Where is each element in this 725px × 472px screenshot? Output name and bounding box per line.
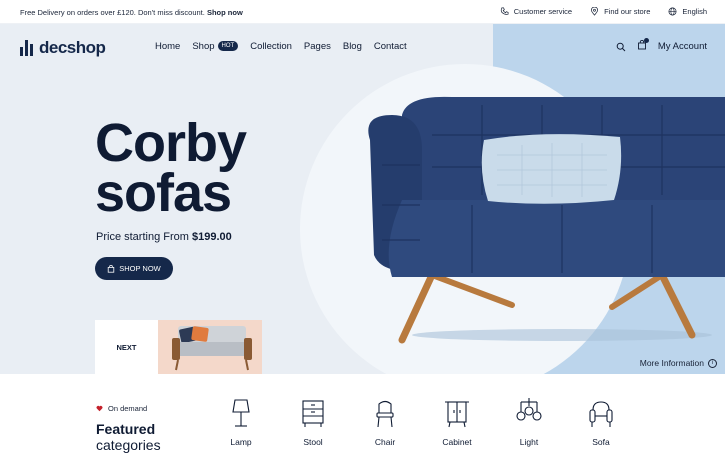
on-demand-label: On demand [108, 404, 148, 413]
hero-price: Price starting From $199.00 [96, 231, 232, 243]
nav-home[interactable]: Home [155, 41, 180, 52]
nav-contact[interactable]: Contact [374, 41, 407, 52]
brand-logo[interactable]: decshop [20, 38, 106, 58]
find-store-label: Find our store [604, 7, 651, 16]
nav-shop-label: Shop [192, 41, 215, 52]
featured-title-line2: categories [96, 437, 161, 453]
price-prefix: Price starting From [96, 231, 189, 243]
logo-bars-icon [20, 40, 33, 56]
category-chair[interactable]: Chair [349, 398, 421, 447]
category-list: Lamp Stool Chair Cabinet Light Sofa [205, 398, 637, 447]
featured-categories-section: On demand Featured categories Lamp Stool… [0, 374, 725, 472]
shopping-bag-icon [108, 264, 115, 273]
header-actions: My Account [616, 38, 707, 53]
promo-text: Free Delivery on orders over £120. Don't… [20, 8, 205, 17]
category-light[interactable]: Light [493, 398, 565, 447]
promo-shop-now-link[interactable]: Shop now [207, 8, 243, 17]
featured-title: Featured categories [96, 421, 161, 453]
category-stool[interactable]: Stool [277, 398, 349, 447]
nav-shop[interactable]: Shop HOT [192, 41, 239, 52]
language-selector[interactable]: English [668, 7, 707, 16]
hero-title-line2: sofas [95, 163, 232, 223]
nav-pages[interactable]: Pages [304, 41, 331, 52]
promo-banner: Free Delivery on orders over £120. Don't… [20, 8, 243, 17]
language-label: English [682, 7, 707, 16]
cart-button[interactable] [637, 38, 649, 53]
hot-badge: HOT [217, 41, 239, 52]
category-lamp[interactable]: Lamp [205, 398, 277, 447]
location-pin-icon [591, 7, 599, 16]
chair-icon [376, 400, 394, 428]
nav-blog[interactable]: Blog [343, 41, 362, 52]
category-label: Light [519, 437, 539, 447]
nav-collection[interactable]: Collection [250, 41, 292, 52]
shop-now-label: SHOP NOW [119, 264, 161, 273]
cart-count-dot [643, 38, 649, 43]
category-label: Stool [303, 437, 323, 447]
price-value: $199.00 [191, 231, 232, 243]
more-information-link[interactable]: More Information i [640, 358, 717, 368]
brand-name: decshop [39, 38, 106, 57]
search-icon[interactable] [616, 42, 626, 52]
armchair-thumbnail-image [158, 320, 262, 374]
globe-icon [668, 7, 677, 16]
main-nav: Home Shop HOT Collection Pages Blog Conta… [155, 41, 407, 52]
lamp-icon [232, 399, 250, 427]
my-account-link[interactable]: My Account [658, 41, 707, 52]
featured-title-line1: Featured [96, 421, 156, 437]
info-icon: i [708, 358, 717, 368]
category-label: Chair [374, 437, 396, 447]
customer-service-label: Customer service [513, 7, 573, 16]
stool-icon [302, 400, 324, 427]
next-label: NEXT [116, 342, 137, 352]
category-cabinet[interactable]: Cabinet [421, 398, 493, 447]
category-label: Lamp [230, 437, 252, 447]
light-icon [516, 398, 542, 421]
hero-title: Corby sofas [95, 116, 247, 220]
sofa-icon [589, 401, 613, 427]
category-sofa[interactable]: Sofa [565, 398, 637, 447]
next-slide-thumbnail[interactable] [158, 320, 262, 374]
top-bar: Free Delivery on orders over £120. Don't… [0, 0, 725, 24]
heart-icon [96, 405, 103, 412]
find-store-link[interactable]: Find our store [590, 7, 650, 16]
next-slide-button[interactable]: NEXT [95, 320, 158, 374]
hero-sofa-image [368, 96, 725, 344]
category-label: Sofa [592, 437, 610, 447]
phone-icon [500, 7, 509, 15]
category-label: Cabinet [442, 437, 472, 447]
shop-now-button[interactable]: SHOP NOW [95, 257, 173, 280]
customer-service-link[interactable]: Customer service [500, 7, 572, 16]
more-information-label: More Information [639, 358, 704, 368]
cabinet-icon [445, 401, 469, 428]
on-demand-tag: On demand [96, 404, 147, 413]
